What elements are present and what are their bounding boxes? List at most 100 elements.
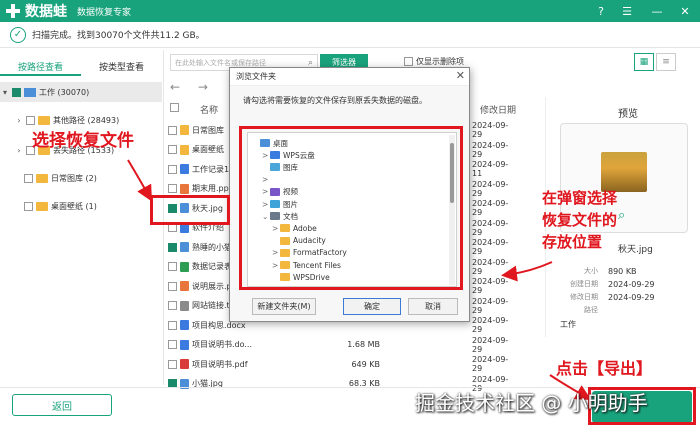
file-checkbox[interactable]	[168, 340, 177, 349]
list-view-icon[interactable]: ≡	[656, 53, 676, 71]
file-size: 1.68 MB	[347, 340, 380, 349]
file-checkbox[interactable]	[168, 242, 177, 252]
video-icon	[270, 187, 280, 196]
dialog-description: 请勾选将需要恢复的文件保存到原丢失数据的磁盘。	[243, 96, 427, 105]
img-file-icon	[180, 203, 189, 213]
tree-expand-icon[interactable]: ⌄	[262, 212, 270, 221]
desktop-icon	[260, 139, 270, 147]
dialog-tree-label: 图片	[283, 199, 298, 209]
dialog-folder-tree[interactable]: 桌面 > WPS云盘 图库 > > 视频 > 图片 ⌄ 文档 > Adobe Audaci…	[247, 132, 457, 287]
file-checkbox[interactable]	[168, 301, 177, 310]
dialog-tree-item[interactable]: > 图片	[262, 198, 298, 210]
file-checkbox[interactable]	[168, 281, 177, 291]
tree-item-checkbox[interactable]	[26, 115, 35, 125]
tree-expand-icon[interactable]: >	[262, 175, 270, 184]
preview-meta-values: 890 KB 2024-09-29 2024-09-29	[608, 267, 655, 302]
column-name[interactable]: 名称	[200, 103, 218, 116]
dialog-title: 浏览文件夹	[236, 72, 276, 81]
tree-item-gallery[interactable]: 日常图库 (2)	[24, 168, 186, 188]
tree-expand-icon[interactable]: >	[272, 248, 280, 257]
file-checkbox[interactable]	[168, 203, 177, 213]
tree-item-checkbox[interactable]	[24, 173, 33, 183]
forward-arrow-icon[interactable]: →	[198, 80, 208, 94]
dialog-close-icon[interactable]: ✕	[456, 69, 465, 82]
file-checkbox[interactable]	[168, 164, 177, 174]
menu-icon[interactable]: ☰	[616, 0, 638, 22]
column-modified[interactable]: 修改日期	[480, 103, 516, 116]
tree-item-checkbox[interactable]	[24, 201, 33, 211]
expand-icon[interactable]: ›	[14, 146, 24, 155]
ok-button[interactable]: 确定	[343, 298, 401, 315]
tree-root-checkbox[interactable]	[12, 87, 21, 97]
only-deleted-checkbox[interactable]	[404, 57, 413, 66]
file-row[interactable]: 项目说明书.pdf 649 KB 2024-09-29	[168, 354, 518, 374]
dialog-tree-item[interactable]: ⌄ 文档	[262, 210, 298, 222]
tree-expand-icon[interactable]: >	[272, 261, 280, 270]
expand-icon[interactable]: ›	[14, 116, 24, 125]
file-checkbox[interactable]	[168, 223, 177, 232]
folder-icon	[280, 261, 290, 269]
view-tabs: 按路径查看 按类型查看	[0, 56, 162, 76]
file-checkbox[interactable]	[168, 262, 177, 271]
dialog-tree-item[interactable]: >	[262, 174, 270, 186]
scan-status-text: 扫描完成。找到30070个文件共11.2 GB。	[32, 31, 205, 41]
back-arrow-icon[interactable]: ←	[170, 80, 180, 94]
zoom-icon[interactable]: ⌕	[618, 208, 625, 223]
file-checkbox[interactable]	[168, 184, 177, 193]
select-all-checkbox[interactable]	[170, 103, 179, 115]
file-date: 2024-09-29	[472, 257, 509, 276]
back-button[interactable]: 返回	[12, 394, 112, 416]
dialog-tree-label: 文档	[283, 211, 298, 221]
dialog-tree-item[interactable]: WPSDrive	[272, 271, 330, 283]
cancel-button[interactable]: 取消	[408, 298, 458, 315]
folder-icon	[280, 248, 290, 257]
dialog-tree-label: 图库	[283, 162, 298, 172]
help-icon[interactable]: ?	[590, 0, 612, 22]
img-file-icon	[180, 242, 189, 252]
ppt-file-icon	[180, 183, 189, 194]
doc-file-icon	[180, 222, 189, 233]
dialog-tree-item[interactable]: 图库	[262, 161, 298, 173]
file-date: 2024-09-29	[472, 199, 509, 217]
file-checkbox[interactable]	[168, 320, 177, 330]
only-deleted-toggle[interactable]: 仅显示删除项	[404, 56, 464, 67]
tree-expand-icon[interactable]: >	[272, 224, 280, 233]
tab-by-path[interactable]: 按路径查看	[0, 56, 81, 76]
tree-root[interactable]: ▾ 工作 (30070)	[0, 82, 162, 102]
new-folder-button[interactable]: 新建文件夹(M)	[252, 298, 316, 315]
file-row[interactable]: 项目说明书.do... 1.68 MB 2024-09-29	[168, 335, 518, 355]
tree-expand-icon[interactable]: >	[262, 151, 270, 160]
dialog-tree-item[interactable]: > Tencent Files	[272, 259, 341, 271]
file-checkbox[interactable]	[168, 125, 177, 135]
tree-expand-icon[interactable]: >	[262, 187, 270, 196]
file-date: 2024-09-29	[472, 218, 509, 237]
dialog-tree-item[interactable]: > WPS云盘	[262, 149, 315, 161]
dialog-tree-item[interactable]: > 视频	[262, 186, 298, 198]
dialog-tree-label: FormatFactory	[293, 248, 347, 258]
tree-item-label: 日常图库 (2)	[51, 173, 97, 183]
dialog-tree-item[interactable]: 桌面	[252, 137, 288, 149]
dialog-tree-item[interactable]: > Adobe	[272, 222, 317, 234]
app-brand: 数据蛙	[25, 4, 67, 20]
dialog-tree-label: WPSDrive	[293, 272, 330, 282]
dialog-tree-item[interactable]: > FormatFactory	[272, 247, 347, 259]
app-subtitle: 数据恢复专家	[77, 7, 132, 18]
preview-meta-labels: 大小 创建日期 修改日期 路径	[570, 267, 598, 314]
dialog-tree-item[interactable]: Audacity	[272, 235, 326, 247]
file-checkbox[interactable]	[168, 145, 177, 154]
collapse-icon[interactable]: ▾	[0, 88, 10, 97]
gallery-icon	[270, 163, 280, 172]
annotation-choose-location: 在弹窗选择 恢复文件的 存放位置	[542, 189, 618, 251]
grid-view-icon[interactable]: ▦	[634, 53, 654, 71]
minimize-icon[interactable]: —	[646, 0, 668, 22]
file-checkbox[interactable]	[168, 359, 177, 369]
autumn-thumbnail	[601, 152, 647, 192]
tab-by-type[interactable]: 按类型查看	[81, 56, 162, 76]
tree-root-label: 工作 (30070)	[39, 87, 90, 97]
tree-item-wallpaper[interactable]: 桌面壁纸 (1)	[24, 196, 186, 216]
tree-expand-icon[interactable]: >	[262, 200, 270, 209]
dialog-scroll-thumb[interactable]	[450, 143, 454, 203]
folder-icon	[280, 236, 290, 245]
search-icon[interactable]: ⌕	[308, 58, 313, 68]
close-icon[interactable]: ✕	[674, 0, 696, 22]
